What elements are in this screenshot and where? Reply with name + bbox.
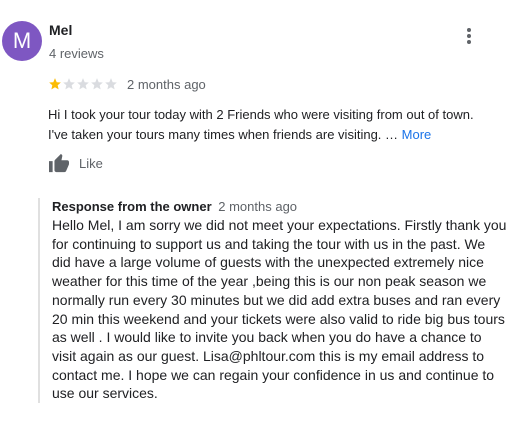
more-link[interactable]: More xyxy=(402,127,432,142)
reviewer-review-count: 4 reviews xyxy=(49,46,104,61)
owner-response: Response from the owner 2 months ago Hel… xyxy=(38,198,512,404)
review-date: 2 months ago xyxy=(127,77,206,92)
review-text-line-2: I've taken your tours many times when fr… xyxy=(48,127,432,142)
more-vertical-icon[interactable] xyxy=(462,28,476,48)
review-text-line-1: Hi I took your tour today with 2 Friends… xyxy=(48,107,474,122)
like-label: Like xyxy=(79,155,103,171)
owner-response-title: Response from the owner xyxy=(52,199,212,214)
owner-response-text: Hello Mel, I am sorry we did not meet yo… xyxy=(52,217,507,402)
star-empty-icon xyxy=(105,78,117,90)
star-rating xyxy=(48,77,118,91)
star-empty-icon xyxy=(77,78,89,90)
star-empty-icon xyxy=(63,78,75,90)
like-button[interactable]: Like xyxy=(48,153,103,173)
owner-response-date: 2 months ago xyxy=(218,199,298,214)
review-text: Hi I took your tour today with 2 Friends… xyxy=(48,105,488,145)
star-empty-icon xyxy=(91,78,103,90)
avatar[interactable]: M xyxy=(2,21,42,61)
reviewer-name[interactable]: Mel xyxy=(49,22,72,38)
star-filled-icon xyxy=(49,78,61,90)
thumbs-up-icon xyxy=(49,153,69,173)
